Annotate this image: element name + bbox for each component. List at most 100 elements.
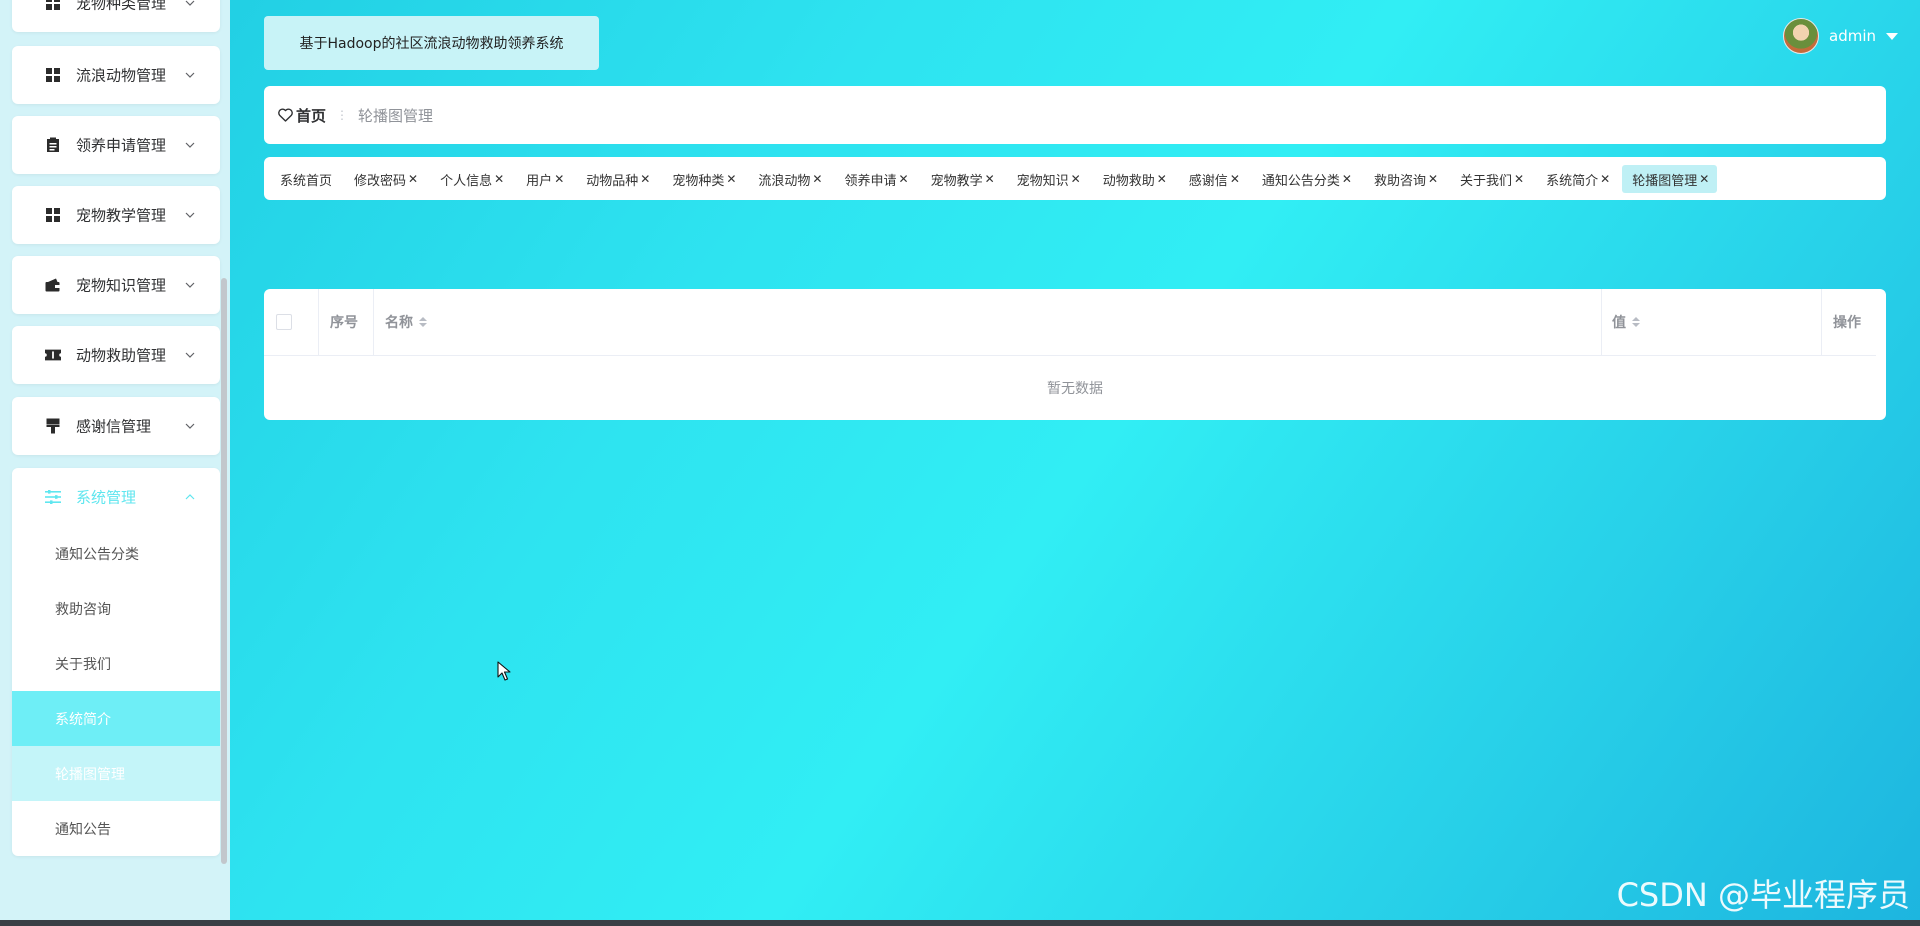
system-submenu: 通知公告分类 救助咨询 关于我们 系统简介 轮播图管理 通知公告: [12, 526, 220, 856]
chevron-down-icon: [185, 352, 195, 358]
mouse-cursor-icon: [497, 661, 511, 681]
tag-animal-breed[interactable]: 动物品种 ✕: [576, 165, 658, 193]
menu-stray-animals-header[interactable]: 流浪动物管理: [12, 46, 220, 104]
select-column-header: [264, 289, 319, 355]
grid-icon: [45, 67, 61, 83]
close-icon[interactable]: ✕: [408, 172, 418, 186]
tag-change-password[interactable]: 修改密码 ✕: [344, 165, 426, 193]
chevron-down-icon: [185, 142, 195, 148]
breadcrumb-home-label: 首页: [296, 106, 327, 125]
tag-users[interactable]: 用户 ✕: [516, 165, 572, 193]
close-icon[interactable]: ✕: [554, 172, 564, 186]
tag-adoption-apply[interactable]: 领养申请 ✕: [834, 165, 916, 193]
close-icon[interactable]: ✕: [985, 172, 995, 186]
sort-icon[interactable]: [419, 317, 427, 327]
column-name[interactable]: 名称: [374, 289, 1602, 355]
menu-pet-teaching-header[interactable]: 宠物教学管理: [12, 186, 220, 244]
submenu-item-notice-category[interactable]: 通知公告分类: [12, 526, 220, 581]
watermark: CSDN @毕业程序员: [1616, 876, 1910, 914]
menu-pet-knowledge-header[interactable]: 宠物知识管理: [12, 256, 220, 314]
submenu-item-rescue-consult[interactable]: 救助咨询: [12, 581, 220, 636]
tag-label: 用户: [526, 173, 553, 189]
column-actions: 操作: [1822, 289, 1876, 355]
table-header: 序号 名称 值 操作: [264, 289, 1876, 356]
tag-label: 修改密码: [354, 173, 407, 189]
column-value-label: 值: [1612, 315, 1626, 331]
app-title: 基于Hadoop的社区流浪动物救助领养系统: [264, 16, 599, 70]
column-value[interactable]: 值: [1602, 289, 1822, 355]
wallet-icon: [45, 277, 61, 293]
menu-thank-letter[interactable]: 感谢信管理: [12, 397, 220, 455]
tag-pet-teaching[interactable]: 宠物教学 ✕: [921, 165, 1003, 193]
submenu-item-system-intro[interactable]: 系统简介: [12, 691, 220, 746]
tag-about-us[interactable]: 关于我们 ✕: [1450, 165, 1532, 193]
data-table: 序号 名称 值 操作 暂无数据: [264, 289, 1886, 420]
menu-pet-category-header[interactable]: 宠物种类管理: [12, 0, 220, 32]
close-icon[interactable]: ✕: [494, 172, 504, 186]
menu-label: 领养申请管理: [76, 136, 167, 155]
menu-pet-knowledge[interactable]: 宠物知识管理: [12, 256, 220, 314]
user-menu[interactable]: admin: [1783, 18, 1898, 54]
close-icon[interactable]: ✕: [1157, 172, 1167, 186]
select-all-checkbox[interactable]: [276, 314, 292, 330]
tag-animal-rescue[interactable]: 动物救助 ✕: [1093, 165, 1175, 193]
submenu-item-carousel[interactable]: 轮播图管理: [12, 746, 220, 801]
breadcrumb-current: 轮播图管理: [358, 106, 434, 125]
submenu-item-notice[interactable]: 通知公告: [12, 801, 220, 856]
close-icon[interactable]: ✕: [1342, 172, 1352, 186]
tag-pet-knowledge[interactable]: 宠物知识 ✕: [1007, 165, 1089, 193]
tag-rescue-consult[interactable]: 救助咨询 ✕: [1364, 165, 1446, 193]
ticket-icon: [45, 347, 61, 363]
menu-adoption-apply-header[interactable]: 领养申请管理: [12, 116, 220, 174]
tag-label: 宠物教学: [930, 173, 983, 189]
breadcrumb-home[interactable]: 首页: [278, 105, 326, 126]
menu-animal-rescue[interactable]: 动物救助管理: [12, 326, 220, 384]
tag-label: 个人信息: [440, 173, 493, 189]
column-index-label: 序号: [330, 315, 358, 331]
close-icon[interactable]: ✕: [1514, 172, 1524, 186]
tag-profile[interactable]: 个人信息 ✕: [430, 165, 512, 193]
menu-pet-category[interactable]: 宠物种类管理: [12, 0, 220, 32]
brush-icon: [45, 418, 61, 434]
tag-label: 轮播图管理: [1632, 173, 1698, 189]
avatar[interactable]: [1783, 18, 1819, 54]
menu-system[interactable]: 系统管理 通知公告分类 救助咨询 关于我们 系统简介 轮播图管理 通知公告: [12, 468, 220, 856]
user-name[interactable]: admin: [1829, 27, 1876, 45]
tag-pet-category[interactable]: 宠物种类 ✕: [662, 165, 744, 193]
close-icon[interactable]: ✕: [1428, 172, 1438, 186]
menu-label: 宠物种类管理: [76, 0, 167, 13]
menu-animal-rescue-header[interactable]: 动物救助管理: [12, 326, 220, 384]
submenu-item-about-us[interactable]: 关于我们: [12, 636, 220, 691]
grid-icon: [45, 207, 61, 223]
tag-notice-category[interactable]: 通知公告分类 ✕: [1252, 165, 1360, 193]
menu-stray-animals[interactable]: 流浪动物管理: [12, 46, 220, 104]
menu-thank-letter-header[interactable]: 感谢信管理: [12, 397, 220, 455]
tag-label: 通知公告分类: [1261, 173, 1340, 189]
sliders-icon: [45, 489, 61, 505]
chevron-down-icon: [185, 423, 195, 429]
close-icon[interactable]: ✕: [1071, 172, 1081, 186]
close-icon[interactable]: ✕: [1699, 172, 1709, 186]
close-icon[interactable]: ✕: [899, 172, 909, 186]
menu-system-header[interactable]: 系统管理: [12, 468, 220, 526]
chevron-up-icon: [185, 494, 195, 500]
chevron-down-icon: [185, 212, 195, 218]
tag-carousel[interactable]: 轮播图管理 ✕: [1622, 165, 1718, 193]
menu-adoption-apply[interactable]: 领养申请管理: [12, 116, 220, 174]
tag-thank-letter[interactable]: 感谢信 ✕: [1179, 165, 1248, 193]
menu-pet-teaching[interactable]: 宠物教学管理: [12, 186, 220, 244]
close-icon[interactable]: ✕: [726, 172, 736, 186]
caret-down-icon[interactable]: [1886, 32, 1898, 40]
close-icon[interactable]: ✕: [1230, 172, 1240, 186]
menu-label: 流浪动物管理: [76, 66, 167, 85]
tag-system-intro[interactable]: 系统简介 ✕: [1536, 165, 1618, 193]
tag-home[interactable]: 系统首页: [270, 165, 340, 193]
close-icon[interactable]: ✕: [1600, 172, 1610, 186]
close-icon[interactable]: ✕: [812, 172, 822, 186]
sidebar-scrollbar[interactable]: [221, 278, 227, 864]
tag-stray-animals[interactable]: 流浪动物 ✕: [748, 165, 830, 193]
tag-label: 宠物知识: [1016, 173, 1069, 189]
column-index: 序号: [319, 289, 374, 355]
close-icon[interactable]: ✕: [640, 172, 650, 186]
sort-icon[interactable]: [1632, 317, 1640, 327]
